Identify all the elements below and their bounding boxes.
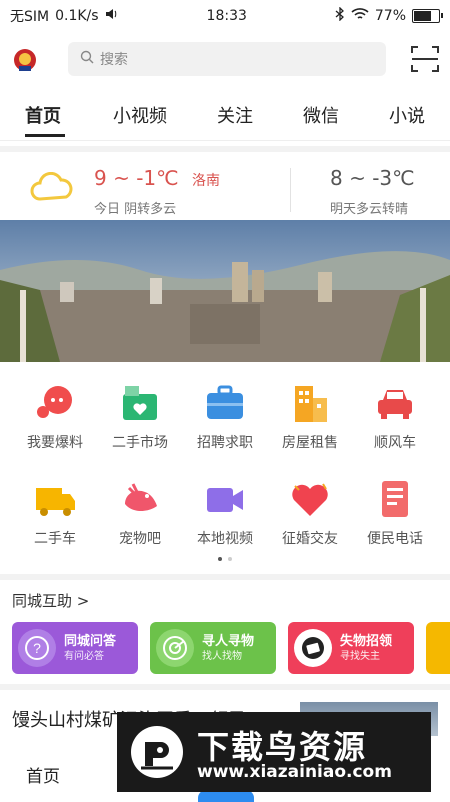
shopping-basket-icon: [119, 382, 161, 424]
weather-panel[interactable]: 9 ~ -1℃ 洛南 今日 阴转多云 8 ~ -3℃ 明天多云转晴: [0, 146, 450, 226]
card-find-people[interactable]: 寻人寻物 找人找物: [150, 622, 276, 674]
card-subtitle: 有问必答: [64, 650, 104, 662]
card-lost-found[interactable]: 失物招领 寻找失主: [288, 622, 414, 674]
card-title: 同城问答: [64, 633, 117, 649]
service-label: 房屋租售: [282, 435, 338, 451]
channel-tabs: 首页 小视频 关注 微信 小说: [0, 88, 450, 141]
service-label: 征婚交友: [282, 531, 338, 547]
clock: 18:33: [206, 8, 247, 24]
video-camera-icon: [204, 478, 246, 520]
card-subtitle: 找人找物: [202, 650, 242, 662]
nav-home[interactable]: 首页: [26, 762, 60, 787]
service-local-video[interactable]: 本地视频: [185, 478, 265, 548]
bluetooth-icon: [335, 6, 345, 25]
service-label: 我要爆料: [27, 435, 83, 451]
service-label: 招聘求职: [197, 435, 253, 451]
chat-bubble-icon: [34, 382, 76, 424]
network-speed: 0.1K/s: [55, 8, 99, 24]
status-bar: 无SIM 0.1K/s 18:33 77%: [0, 0, 450, 32]
service-jobs[interactable]: 招聘求职: [185, 382, 265, 452]
today-temperature: 9 ~ -1℃: [94, 166, 179, 190]
tab-wechat[interactable]: 微信: [303, 102, 339, 128]
weather-divider: [290, 168, 291, 212]
top-bar: 搜索: [0, 32, 450, 88]
question-icon: ?: [18, 629, 56, 667]
service-second-hand-market[interactable]: 二手市场: [100, 382, 180, 452]
truck-icon: [34, 478, 76, 520]
service-tip-off[interactable]: 我要爆料: [15, 382, 95, 452]
wifi-icon: [351, 7, 369, 25]
tab-novel[interactable]: 小说: [389, 102, 425, 128]
tomorrow-condition: 明天多云转晴: [330, 202, 409, 217]
section-divider: [0, 574, 450, 580]
today-condition: 今日 阴转多云: [94, 202, 177, 217]
police-badge-logo[interactable]: [5, 40, 45, 80]
city-banner-image[interactable]: [0, 220, 450, 362]
tomorrow-temperature: 8 ~ -3℃: [330, 166, 415, 190]
service-pets[interactable]: 宠物吧: [100, 478, 180, 548]
service-label: 二手市场: [112, 435, 168, 451]
service-label: 二手车: [34, 531, 76, 547]
city-name: 洛南: [192, 173, 220, 189]
svg-text:?: ?: [33, 640, 41, 656]
cloud-icon: [30, 171, 74, 206]
service-label: 便民电话: [367, 531, 423, 547]
phonebook-icon: [374, 478, 416, 520]
service-label: 顺风车: [374, 435, 416, 451]
service-dating[interactable]: 征婚交友: [270, 478, 350, 548]
card-subtitle: 寻找失主: [340, 650, 380, 662]
search-input[interactable]: 搜索: [68, 42, 386, 76]
card-title: 失物招领: [340, 633, 393, 649]
scan-icon[interactable]: [408, 42, 442, 76]
watermark-url: www.xiazainiao.com: [197, 762, 392, 782]
bird-logo-icon: [127, 722, 187, 782]
wallet-icon: [294, 629, 332, 667]
active-tab-indicator: [25, 134, 65, 137]
community-help-title[interactable]: 同城互助 >: [12, 590, 89, 611]
carrier-label: 无SIM: [10, 9, 50, 25]
bird-icon: [119, 478, 161, 520]
briefcase-icon: [204, 382, 246, 424]
search-icon: [80, 50, 94, 68]
service-housing[interactable]: 房屋租售: [270, 382, 350, 452]
section-divider: [0, 684, 450, 690]
card-more[interactable]: [426, 622, 450, 674]
battery-icon: [412, 9, 443, 23]
tab-follow[interactable]: 关注: [217, 102, 253, 128]
tab-home[interactable]: 首页: [25, 102, 61, 128]
pager-dot-active: [218, 557, 222, 561]
battery-percent: 77%: [374, 8, 406, 24]
heart-icon: [289, 478, 331, 520]
site-watermark: 下载鸟资源 www.xiazainiao.com: [117, 712, 431, 792]
radar-icon: [156, 629, 194, 667]
service-label: 本地视频: [197, 531, 253, 547]
tab-short-video[interactable]: 小视频: [113, 102, 167, 128]
service-label: 宠物吧: [119, 531, 161, 547]
service-grid: 我要爆料 二手市场 招聘求职 房屋租售 顺风车 二手车 宠物吧 本地视频 征婚交…: [0, 370, 450, 570]
volume-icon: [105, 8, 119, 24]
card-title: 寻人寻物: [202, 633, 255, 649]
card-city-qa[interactable]: ? 同城问答 有问必答: [12, 622, 138, 674]
service-phonebook[interactable]: 便民电话: [355, 478, 435, 548]
service-used-cars[interactable]: 二手车: [15, 478, 95, 548]
pager-dot: [228, 557, 232, 561]
car-icon: [374, 382, 416, 424]
service-carpool[interactable]: 顺风车: [355, 382, 435, 452]
pager-dots: [0, 557, 450, 561]
search-placeholder: 搜索: [100, 52, 128, 68]
building-icon: [289, 382, 331, 424]
